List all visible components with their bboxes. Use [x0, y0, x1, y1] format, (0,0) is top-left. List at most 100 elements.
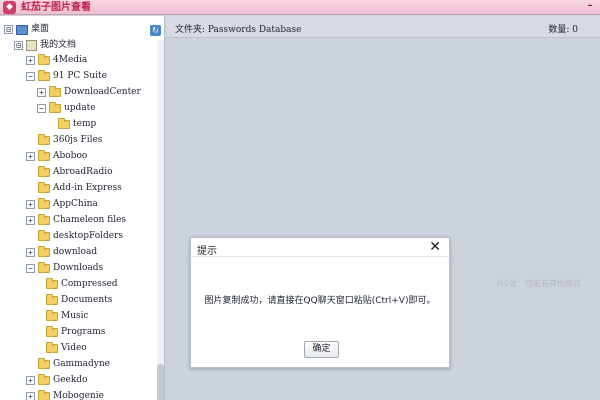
tree-node[interactable]: − update [37, 101, 96, 116]
tree-node-label: temp [73, 119, 97, 129]
app-logo-icon: ◆ [3, 1, 16, 14]
tree-node[interactable]: +4Media [26, 53, 87, 68]
tree-node-label: 桌面 [31, 24, 50, 34]
minimize-button[interactable]: – [584, 1, 596, 13]
tree-node[interactable]: + Aboboo [26, 149, 87, 164]
expand-icon[interactable]: + [26, 216, 35, 225]
background-status-text: 共0张：可能有其他格式 [496, 279, 582, 288]
tree-node-my-documents[interactable]: ⊟ 我的文档 [14, 38, 76, 53]
notice-dialog: 提示 ✕ 图片复制成功，请直接在QQ聊天窗口粘贴(Ctrl+V)即可。 确定 [190, 237, 450, 368]
folder-icon [46, 278, 58, 289]
tree-node-label: Documents [61, 295, 113, 305]
tree-node[interactable]: AbroadRadio [26, 165, 113, 180]
folder-icon [46, 342, 58, 353]
collapse-icon[interactable]: − [26, 264, 35, 273]
current-folder-label: 文件夹: Passwords Database [175, 25, 302, 35]
tree-node-label: Add-in Express [53, 183, 122, 193]
folder-icon [38, 70, 50, 81]
folder-icon [38, 54, 50, 65]
folder-icon [46, 310, 58, 321]
tree-node[interactable]: Documents [34, 293, 112, 308]
expand-icon[interactable]: + [26, 200, 35, 209]
expand-icon[interactable]: + [26, 152, 35, 161]
tree-node-label: desktopFolders [53, 231, 124, 241]
tree-node[interactable]: + Chameleon files [26, 213, 126, 228]
expand-icon[interactable]: + [37, 88, 46, 97]
tree-node-label: 91 PC Suite [53, 71, 107, 81]
tree-node[interactable]: − 91 PC Suite [26, 69, 107, 84]
tree-node-label: DownloadCenter [64, 87, 141, 97]
tree-node-label: Downloads [53, 263, 104, 273]
refresh-icon[interactable]: ↻ [150, 25, 161, 36]
tree-node-label: Compressed [61, 279, 118, 289]
tree-node[interactable]: Programs [34, 325, 105, 340]
collapse-icon[interactable]: − [37, 104, 46, 113]
collapse-icon[interactable]: − [26, 72, 35, 81]
folder-icon [46, 326, 58, 337]
folder-icon [38, 198, 50, 209]
expand-icon[interactable]: + [26, 248, 35, 257]
tree-node-label: Programs [61, 327, 106, 337]
tree-node[interactable]: Compressed [34, 277, 118, 292]
collapse-icon[interactable]: ⊟ [14, 41, 23, 50]
tree-scrollbar-track[interactable] [157, 40, 164, 400]
folder-icon [38, 374, 50, 385]
folder-icon [49, 86, 61, 97]
desktop-icon [16, 24, 28, 35]
tree-node[interactable]: Gammadyne [26, 357, 110, 372]
folder-icon [38, 246, 50, 257]
tree-node-label: Mobogenie [53, 391, 104, 400]
tree-node[interactable]: Add-in Express [26, 181, 122, 196]
close-icon[interactable]: ✕ [429, 239, 441, 255]
tree-node[interactable]: Music [34, 309, 89, 324]
tree-node-label: AppChina [53, 199, 98, 209]
title-bar: ◆ 虹茄子图片查看 – [0, 0, 600, 15]
tree-node-label: Gammadyne [53, 359, 110, 369]
tree-node[interactable]: + Geekdo [26, 373, 87, 388]
tree-node-label: 4Media [53, 55, 88, 65]
dialog-header: 提示 ✕ [191, 238, 449, 257]
tree-scrollbar-thumb[interactable] [157, 364, 164, 400]
tree-node[interactable]: + Mobogenie [26, 389, 104, 400]
folder-icon [38, 390, 50, 400]
folder-icon [38, 166, 50, 177]
expand-icon[interactable]: + [26, 56, 35, 65]
tree-node-desktop[interactable]: ⊟ 桌面 [4, 22, 49, 37]
tree-node-label: Aboboo [53, 151, 88, 161]
tree-node[interactable]: Video [34, 341, 87, 356]
folder-icon [38, 230, 50, 241]
window-title: 虹茄子图片查看 [21, 2, 91, 13]
tree-node[interactable]: + DownloadCenter [37, 85, 141, 100]
tree-node[interactable]: + download [26, 245, 97, 260]
tree-node[interactable]: − Downloads [26, 261, 103, 276]
tree-node[interactable]: + AppChina [26, 197, 98, 212]
tree-node-label: update [64, 103, 96, 113]
expand-icon[interactable]: + [26, 376, 35, 385]
tree-node-label: 我的文档 [40, 40, 77, 50]
app-window: ◆ 虹茄子图片查看 – ⊟ 桌面 ↻ ⊟ 我的文档 +4Media − 91 PC … [0, 0, 600, 400]
collapse-icon[interactable]: ⊟ [4, 25, 13, 34]
folder-icon [46, 294, 58, 305]
folder-icon [38, 134, 50, 145]
tree-node[interactable]: temp [46, 117, 96, 132]
tree-node[interactable]: 360js Files [26, 133, 102, 148]
expand-icon[interactable]: + [26, 392, 35, 400]
folder-icon [49, 102, 61, 113]
documents-icon [26, 40, 37, 51]
image-count-label: 数量: 0 [548, 25, 578, 35]
folder-icon [58, 118, 70, 129]
folder-icon [38, 262, 50, 273]
tree-node[interactable]: desktopFolders [26, 229, 123, 244]
tree-node-label: Geekdo [53, 375, 88, 385]
tree-node-label: Chameleon files [53, 215, 127, 225]
ok-button[interactable]: 确定 [304, 341, 339, 358]
folder-info-bar: 文件夹: Passwords Database 数量: 0 [166, 16, 600, 38]
